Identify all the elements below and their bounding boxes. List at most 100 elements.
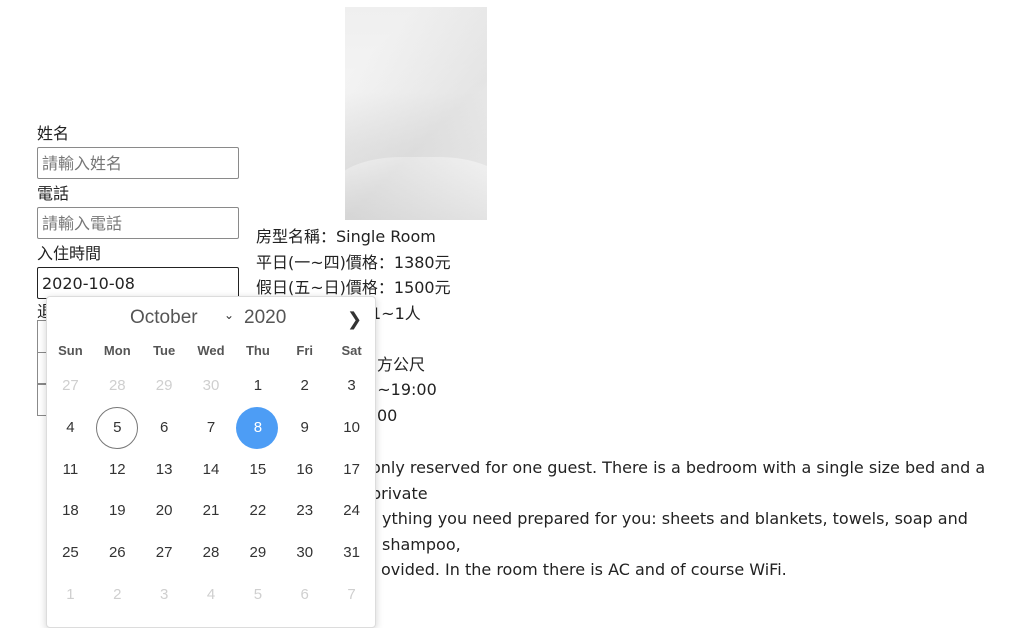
day-cell-today[interactable]: 5 [94,407,141,450]
day-number: 8 [253,419,263,437]
day-cell[interactable]: 2 [281,365,328,406]
day-cell-other-month[interactable]: 28 [94,365,141,406]
day-cell[interactable]: 9 [281,407,328,448]
checkin-date-input[interactable] [37,267,239,299]
day-cell[interactable]: 10 [328,407,375,448]
day-number: 16 [296,460,314,478]
day-number: 7 [206,419,216,437]
day-number: 27 [155,544,173,562]
chevron-down-icon[interactable]: ⌄ [224,308,234,322]
day-number: 24 [343,502,360,520]
day-cell[interactable]: 27 [141,532,188,573]
day-cell-other-month[interactable]: 4 [188,574,235,615]
day-cell-other-month[interactable]: 2 [94,574,141,615]
day-number: 14 [202,460,220,478]
day-cell[interactable]: 19 [94,490,141,531]
day-cell[interactable]: 23 [281,490,328,531]
day-number: 3 [159,585,169,603]
day-number: 30 [202,377,220,395]
day-cell[interactable]: 26 [94,532,141,573]
day-number: 9 [300,419,309,437]
day-cell-other-month[interactable]: 5 [234,574,281,615]
day-number: 28 [108,377,126,395]
weekday-label: Mon [103,343,131,358]
day-cell[interactable]: 16 [281,449,328,490]
day-cell-other-month[interactable]: 27 [47,365,94,406]
day-number: 6 [300,585,309,603]
day-cell-other-month[interactable]: 3 [141,574,188,615]
week-row: 27 28 29 30 1 2 3 [47,365,375,407]
day-number: 19 [108,502,126,520]
day-number: 29 [249,544,267,562]
day-number: 23 [296,502,314,520]
day-number: 2 [300,377,309,395]
day-cell-other-month[interactable]: 29 [141,365,188,406]
name-input[interactable] [37,147,239,179]
weekday-header: Sun Mon Tue Wed Thu Fri Sat [47,343,375,358]
day-number: 1 [66,585,75,603]
day-cell[interactable]: 7 [188,407,235,448]
day-number: 5 [253,585,263,603]
day-number: 17 [343,460,360,478]
day-cell[interactable]: 14 [188,449,235,490]
weekday-label: Wed [197,343,225,358]
day-number: 15 [249,460,267,478]
day-cell-selected[interactable]: 8 [234,407,281,450]
day-number: 7 [347,585,356,603]
booking-form: 姓名 電話 入住時間 退 [37,124,247,325]
day-cell-other-month[interactable]: 1 [47,574,94,615]
chevron-right-icon[interactable]: ❯ [347,309,362,330]
day-cell[interactable]: 21 [188,490,235,531]
day-number: 31 [343,544,360,562]
year-input[interactable]: 2020 [244,307,286,329]
day-number: 10 [343,419,360,437]
day-cell[interactable]: 4 [47,407,94,448]
day-cell[interactable]: 6 [141,407,188,448]
day-cell[interactable]: 18 [47,490,94,531]
week-row: 18 19 20 21 22 23 24 [47,490,375,532]
day-number: 13 [155,460,173,478]
day-cell-other-month[interactable]: 7 [328,574,375,615]
day-cell[interactable]: 24 [328,490,375,531]
day-cell[interactable]: 30 [281,532,328,573]
date-picker-popup: October ⌄ 2020 ❯ Sun Mon Tue Wed Thu Fri… [46,296,376,628]
day-cell[interactable]: 31 [328,532,375,573]
weekday-label: Sun [58,343,83,358]
day-number: 30 [296,544,314,562]
day-cell[interactable]: 15 [234,449,281,490]
date-picker-header: October ⌄ 2020 ❯ [47,307,375,333]
day-cell-other-month[interactable]: 30 [188,365,235,406]
phone-label: 電話 [37,184,70,203]
day-number: 12 [108,460,126,478]
day-cell[interactable]: 11 [47,449,94,490]
day-number: 4 [66,419,75,437]
day-number: 28 [202,544,220,562]
day-number: 4 [206,585,216,603]
day-cell[interactable]: 29 [234,532,281,573]
day-cell[interactable]: 1 [234,365,281,406]
day-number: 1 [253,377,263,395]
room-photo [345,7,487,220]
day-grid: 27 28 29 30 1 2 3 4 5 6 7 8 9 10 11 12 13 14 15 16 17 18 19 20 2… [47,365,375,615]
weekday-label: Fri [296,343,314,358]
month-select[interactable]: October [130,307,198,329]
day-number: 3 [347,377,356,395]
weekday-label: Sat [341,343,362,358]
week-row: 4 5 6 7 8 9 10 [47,407,375,450]
day-cell[interactable]: 17 [328,449,375,490]
day-cell[interactable]: 13 [141,449,188,490]
photo-shading [345,7,487,220]
day-cell[interactable]: 28 [188,532,235,573]
day-number: 26 [108,544,126,562]
day-number: 18 [62,502,79,520]
day-cell[interactable]: 12 [94,449,141,490]
day-cell[interactable]: 22 [234,490,281,531]
phone-input[interactable] [37,207,239,239]
day-cell[interactable]: 20 [141,490,188,531]
day-number: 20 [155,502,173,520]
day-cell-other-month[interactable]: 6 [281,574,328,615]
day-number: 5 [113,419,122,437]
day-cell[interactable]: 3 [328,365,375,406]
week-row: 11 12 13 14 15 16 17 [47,448,375,490]
day-cell[interactable]: 25 [47,532,94,573]
